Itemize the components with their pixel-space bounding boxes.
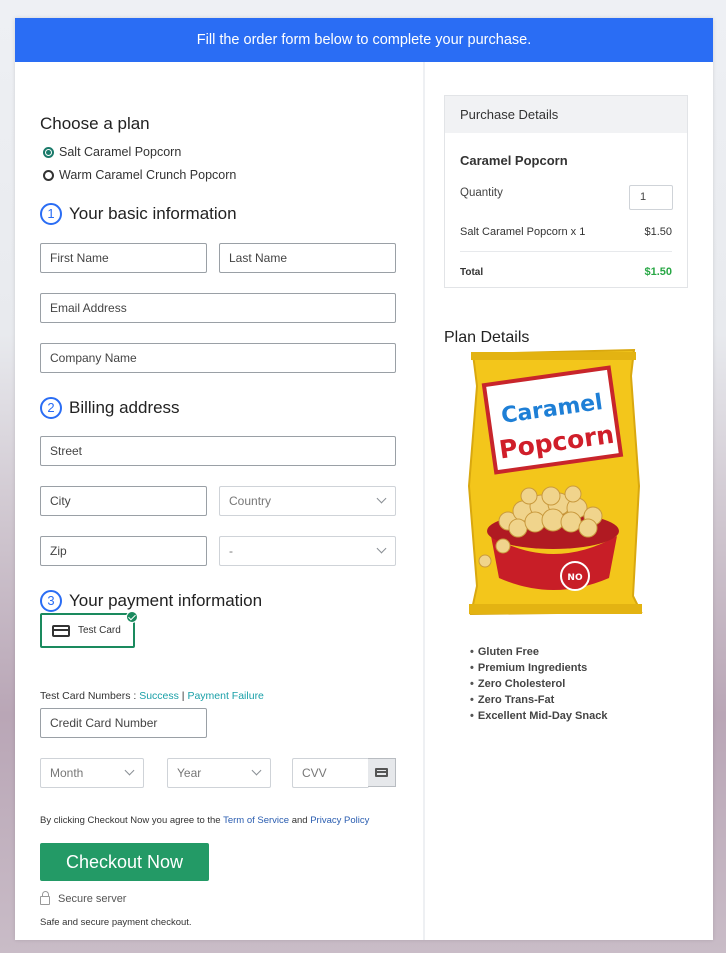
- terms-text: By clicking Checkout Now you agree to th…: [40, 815, 369, 826]
- cvv-card-button[interactable]: [368, 758, 396, 787]
- first-name-input[interactable]: First Name: [40, 243, 207, 273]
- feature-item: Excellent Mid-Day Snack: [470, 710, 608, 722]
- test-card-numbers: Test Card Numbers : Success | Payment Fa…: [40, 690, 264, 702]
- purchase-details-box: Purchase Details Caramel Popcorn Quantit…: [444, 95, 688, 288]
- terms-and: and: [289, 815, 311, 826]
- caramel-popcorn-product-image: Caramel Popcorn NO: [467, 348, 643, 616]
- cvv-input[interactable]: CVV: [292, 758, 369, 788]
- product-title: Caramel Popcorn: [460, 153, 568, 168]
- summary-panel: Purchase Details Caramel Popcorn Quantit…: [425, 62, 713, 940]
- line-item: Salt Caramel Popcorn x 1: [460, 226, 586, 238]
- chevron-down-icon: [253, 767, 261, 775]
- credit-card-icon: [52, 624, 70, 637]
- state-select[interactable]: -: [219, 536, 396, 566]
- year-select-label: Year: [177, 766, 202, 780]
- country-select[interactable]: Country: [219, 486, 396, 516]
- feature-item: Zero Cholesterol: [470, 678, 607, 690]
- lock-icon: [40, 891, 50, 905]
- company-input[interactable]: Company Name: [40, 343, 396, 373]
- feature-item: Gluten Free: [470, 646, 607, 658]
- city-input[interactable]: City: [40, 486, 207, 516]
- secure-server: Secure server: [40, 891, 127, 905]
- order-form: Choose a plan Salt Caramel Popcorn Warm …: [15, 62, 423, 940]
- purchase-details-heading: Purchase Details: [445, 96, 687, 133]
- plan-option-label: Salt Caramel Popcorn: [59, 145, 182, 159]
- step-number-icon: 1: [40, 203, 62, 225]
- chevron-down-icon: [126, 767, 134, 775]
- chevron-down-icon: [378, 545, 386, 553]
- feature-item: Zero Trans-Fat: [470, 694, 607, 706]
- year-select[interactable]: Year: [167, 758, 271, 788]
- section-title: Your basic information: [69, 204, 237, 223]
- last-name-input[interactable]: Last Name: [219, 243, 396, 273]
- chevron-down-icon: [378, 495, 386, 503]
- email-input[interactable]: Email Address: [40, 293, 396, 323]
- plan-option-warm-caramel[interactable]: Warm Caramel Crunch Popcorn: [43, 168, 236, 182]
- feature-item: Premium Ingredients: [470, 662, 607, 674]
- order-card: Fill the order form below to complete yo…: [15, 18, 713, 940]
- plan-option-salt-caramel[interactable]: Salt Caramel Popcorn: [43, 145, 181, 159]
- radio-selected-icon: [43, 146, 54, 158]
- month-select-label: Month: [50, 766, 84, 780]
- plan-option-label: Warm Caramel Crunch Popcorn: [59, 168, 237, 182]
- street-input[interactable]: Street: [40, 436, 396, 466]
- success-link[interactable]: Success: [139, 690, 179, 702]
- checkmark-icon: [126, 611, 138, 623]
- test-card-numbers-label: Test Card Numbers :: [40, 690, 140, 702]
- checkout-button[interactable]: Checkout Now: [40, 843, 209, 881]
- product-badge-text: NO: [567, 573, 583, 583]
- state-select-label: -: [229, 544, 233, 558]
- choose-plan-heading: Choose a plan: [40, 114, 150, 133]
- safe-checkout-note: Safe and secure payment checkout.: [40, 917, 192, 928]
- basic-info-heading: 1 Your basic information: [40, 203, 237, 225]
- payment-heading: 3 Your payment information: [40, 590, 262, 612]
- step-number-icon: 3: [40, 590, 62, 612]
- plan-details-heading: Plan Details: [444, 329, 530, 346]
- test-card-label: Test Card: [78, 625, 121, 636]
- total-value: $1.50: [644, 266, 672, 278]
- step-number-icon: 2: [40, 397, 62, 419]
- feature-list: Gluten Free Premium Ingredients Zero Cho…: [470, 646, 608, 726]
- quantity-label: Quantity: [460, 187, 503, 199]
- header-banner: Fill the order form below to complete yo…: [15, 18, 713, 62]
- zip-input[interactable]: Zip: [40, 536, 207, 566]
- test-card-option[interactable]: Test Card: [40, 613, 135, 648]
- quantity-input[interactable]: 1: [629, 185, 673, 210]
- summary-divider: [460, 251, 672, 252]
- line-item-price: $1.50: [644, 226, 672, 238]
- payment-failure-link[interactable]: Payment Failure: [187, 690, 263, 702]
- secure-server-label: Secure server: [58, 892, 127, 905]
- total-label: Total: [460, 267, 484, 278]
- billing-heading: 2 Billing address: [40, 397, 180, 419]
- credit-card-icon: [375, 768, 388, 777]
- section-title: Your payment information: [69, 591, 263, 610]
- radio-icon: [43, 169, 54, 181]
- country-select-label: Country: [229, 494, 272, 508]
- card-number-input[interactable]: Credit Card Number: [40, 708, 207, 738]
- month-select[interactable]: Month: [40, 758, 144, 788]
- terms-of-service-link[interactable]: Term of Service: [223, 815, 289, 826]
- section-title: Billing address: [69, 398, 180, 417]
- terms-prefix: By clicking Checkout Now you agree to th…: [40, 815, 224, 826]
- privacy-policy-link[interactable]: Privacy Policy: [310, 815, 369, 826]
